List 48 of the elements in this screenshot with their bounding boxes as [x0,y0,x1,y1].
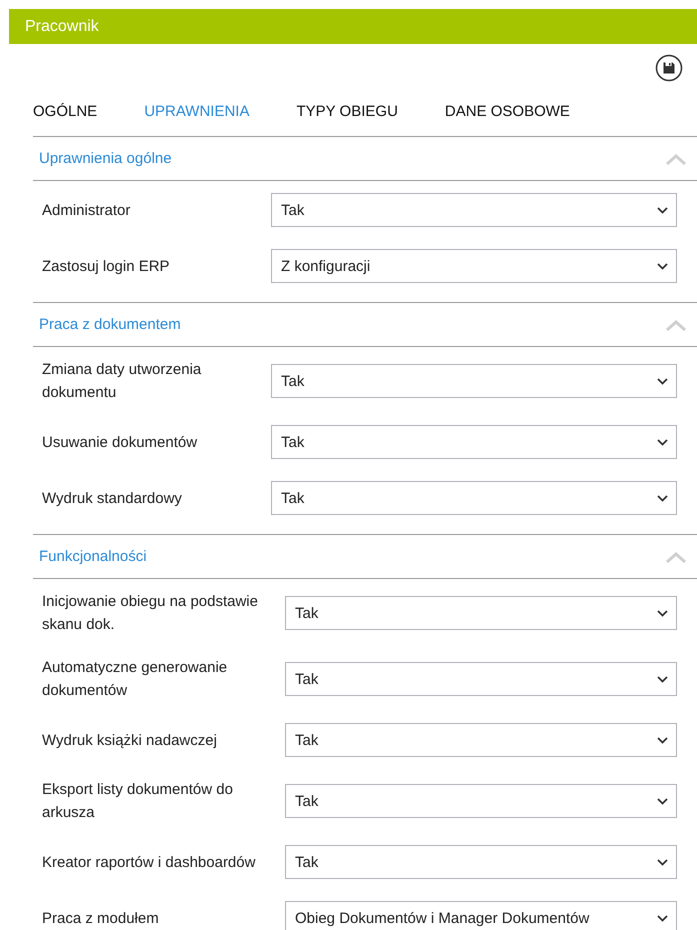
caret-icon [657,914,668,922]
save-icon[interactable] [655,54,683,82]
dropdown-field[interactable]: Tak [271,364,677,398]
field-label: Inicjowanie obiegu na podstawie skanu dok. [41,592,259,635]
field-label: Wydruk książki nadawczej [41,730,218,750]
caret-icon [657,378,668,384]
field-label: Eksport listy dokumentów do arkusza [41,780,234,823]
caret-icon [657,206,668,214]
section-header[interactable]: Praca z dokumentem [33,303,697,347]
dropdown-field[interactable]: Z konfiguracji [271,249,677,283]
field-label: Wydruk standardowy [41,488,183,508]
section-title: Uprawnienia ogólne [39,150,172,167]
chevron-up-icon[interactable] [665,152,687,164]
dropdown-field[interactable]: Tak [285,596,677,630]
caret-icon [657,262,668,270]
field-label: Praca z modułem [41,908,160,928]
dropdown-field[interactable]: Obieg Dokumentów i Manager Dokumentów [285,901,677,930]
caret-icon [657,798,668,804]
dropdown-field[interactable]: Tak [285,723,677,757]
section-header[interactable]: Funkcjonalności [33,535,697,579]
chevron-up-icon[interactable] [665,318,687,330]
tab[interactable]: UPRAWNIENIA [134,97,260,125]
section-title: Praca z dokumentem [39,316,181,333]
caret-icon [657,494,668,502]
tab[interactable]: TYPY OBIEGU [286,97,408,125]
field-label: Kreator raportów i dashboardów [41,852,256,872]
dropdown-field[interactable]: Tak [285,662,677,696]
caret-icon [657,676,668,682]
tab[interactable]: OGÓLNE [23,97,108,125]
dropdown-field[interactable]: Tak [285,845,677,879]
dropdown-field[interactable]: Tak [285,784,677,818]
dropdown-field[interactable]: Tak [271,425,677,459]
chevron-up-icon[interactable] [665,550,687,562]
window-title: Pracownik [25,18,99,36]
field-label: Administrator [41,200,132,220]
field-label: Usuwanie dokumentów [41,432,198,452]
field-label: Automatyczne generowanie dokumentów [41,658,228,701]
section-title: Funkcjonalności [39,548,147,565]
field-label: Zastosuj login ERP [41,256,171,276]
section-header[interactable]: Uprawnienia ogólne [33,137,697,181]
field-label: Zmiana daty utworzenia dokumentu [41,360,202,403]
caret-icon [657,858,668,866]
tab[interactable]: DANE OSOBOWE [434,97,580,125]
caret-icon [657,610,668,616]
caret-icon [657,438,668,446]
dropdown-field[interactable]: Tak [271,193,677,227]
caret-icon [657,736,668,744]
dropdown-field[interactable]: Tak [271,481,677,515]
